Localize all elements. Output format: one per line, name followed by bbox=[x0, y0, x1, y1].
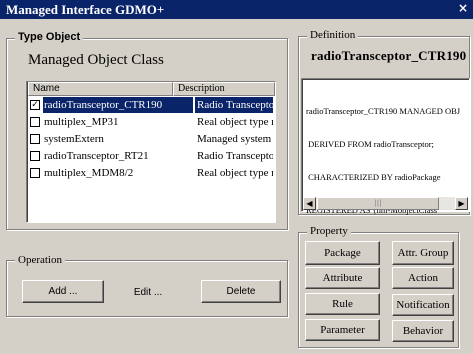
notification-button[interactable]: Notification bbox=[392, 294, 454, 316]
row-description: Real object type multiplex bbox=[197, 167, 273, 179]
row-description: Radio Transceptor bbox=[197, 150, 273, 162]
attribute-button[interactable]: Attribute bbox=[305, 267, 380, 289]
column-header-description[interactable]: Description bbox=[173, 82, 275, 96]
definition-line: DERIVED FROM radioTransceptor; bbox=[306, 139, 434, 149]
scroll-thumb[interactable]: ||| bbox=[317, 197, 439, 210]
package-button[interactable]: Package bbox=[305, 241, 380, 265]
row-checkbox[interactable] bbox=[30, 151, 40, 161]
row-name: radioTransceptor_CTR190 bbox=[43, 97, 193, 113]
table-row[interactable]: ✓ radioTransceptor_CTR190 Radio Transcep… bbox=[27, 97, 275, 113]
column-header-name[interactable]: Name bbox=[28, 82, 173, 96]
horizontal-scrollbar[interactable]: ◀ ||| ▶ bbox=[303, 197, 468, 210]
close-icon[interactable]: × bbox=[455, 1, 471, 17]
definition-line: radioTransceptor_CTR190 MANAGED OBJ bbox=[306, 106, 461, 116]
object-class-table[interactable]: Name Description ✓ radioTransceptor_CTR1… bbox=[26, 81, 276, 223]
behavior-button[interactable]: Behavior bbox=[392, 320, 454, 342]
definition-group: Definition radioTransceptor_CTR190 radio… bbox=[298, 29, 470, 215]
row-name: radioTransceptor_RT21 bbox=[44, 150, 149, 162]
operation-label: Operation bbox=[15, 254, 65, 266]
row-description: Managed system or sub bbox=[197, 133, 273, 145]
property-label: Property bbox=[307, 225, 351, 237]
window-title: Managed Interface GDMO+ bbox=[6, 2, 165, 17]
table-row[interactable]: multiplex_MP31 Real object type multiple… bbox=[27, 114, 275, 130]
row-checkbox[interactable] bbox=[30, 117, 40, 127]
row-description: Radio Transceptor bbox=[195, 97, 273, 113]
edit-button[interactable]: Edit ... bbox=[111, 283, 185, 302]
attr-group-button[interactable]: Attr. Group bbox=[392, 241, 454, 265]
window-title-bar[interactable]: Managed Interface GDMO+ × bbox=[0, 0, 473, 19]
scroll-left-icon[interactable]: ◀ bbox=[303, 197, 316, 210]
add-button[interactable]: Add ... bbox=[22, 280, 104, 303]
definition-line: CHARACTERIZED BY radioPackage bbox=[306, 172, 441, 182]
type-object-label: Type Object bbox=[15, 31, 84, 43]
definition-text: radioTransceptor_CTR190 MANAGED OBJ DERI… bbox=[306, 84, 466, 238]
row-name: multiplex_MDM8/2 bbox=[44, 167, 134, 179]
definition-title: radioTransceptor_CTR190 bbox=[311, 48, 467, 63]
row-description: Real object type multiplex bbox=[197, 116, 273, 128]
definition-label: Definition bbox=[307, 29, 359, 41]
row-checkbox[interactable] bbox=[30, 134, 40, 144]
parameter-button[interactable]: Parameter bbox=[305, 319, 380, 341]
action-button[interactable]: Action bbox=[392, 267, 454, 289]
row-checkbox[interactable] bbox=[30, 168, 40, 178]
type-object-group: Type Object Managed Object Class Name De… bbox=[6, 31, 288, 230]
table-row[interactable]: multiplex_MDM8/2 Real object type multip… bbox=[27, 165, 275, 181]
scroll-right-icon[interactable]: ▶ bbox=[455, 197, 468, 210]
property-group: Property Package Attr. Group Attribute A… bbox=[298, 225, 459, 348]
table-row[interactable]: radioTransceptor_RT21 Radio Transceptor bbox=[27, 148, 275, 164]
table-row[interactable]: systemExtern Managed system or sub bbox=[27, 131, 275, 147]
rule-button[interactable]: Rule bbox=[305, 293, 380, 315]
delete-button[interactable]: Delete bbox=[201, 280, 281, 303]
row-name: systemExtern bbox=[44, 133, 104, 145]
row-checkbox[interactable]: ✓ bbox=[30, 100, 40, 110]
operation-group: Operation Add ... Edit ... Delete bbox=[6, 254, 288, 317]
definition-text-area[interactable]: radioTransceptor_CTR190 MANAGED OBJ DERI… bbox=[301, 78, 470, 215]
row-name: multiplex_MP31 bbox=[44, 116, 119, 128]
managed-object-class-heading: Managed Object Class bbox=[28, 52, 164, 68]
